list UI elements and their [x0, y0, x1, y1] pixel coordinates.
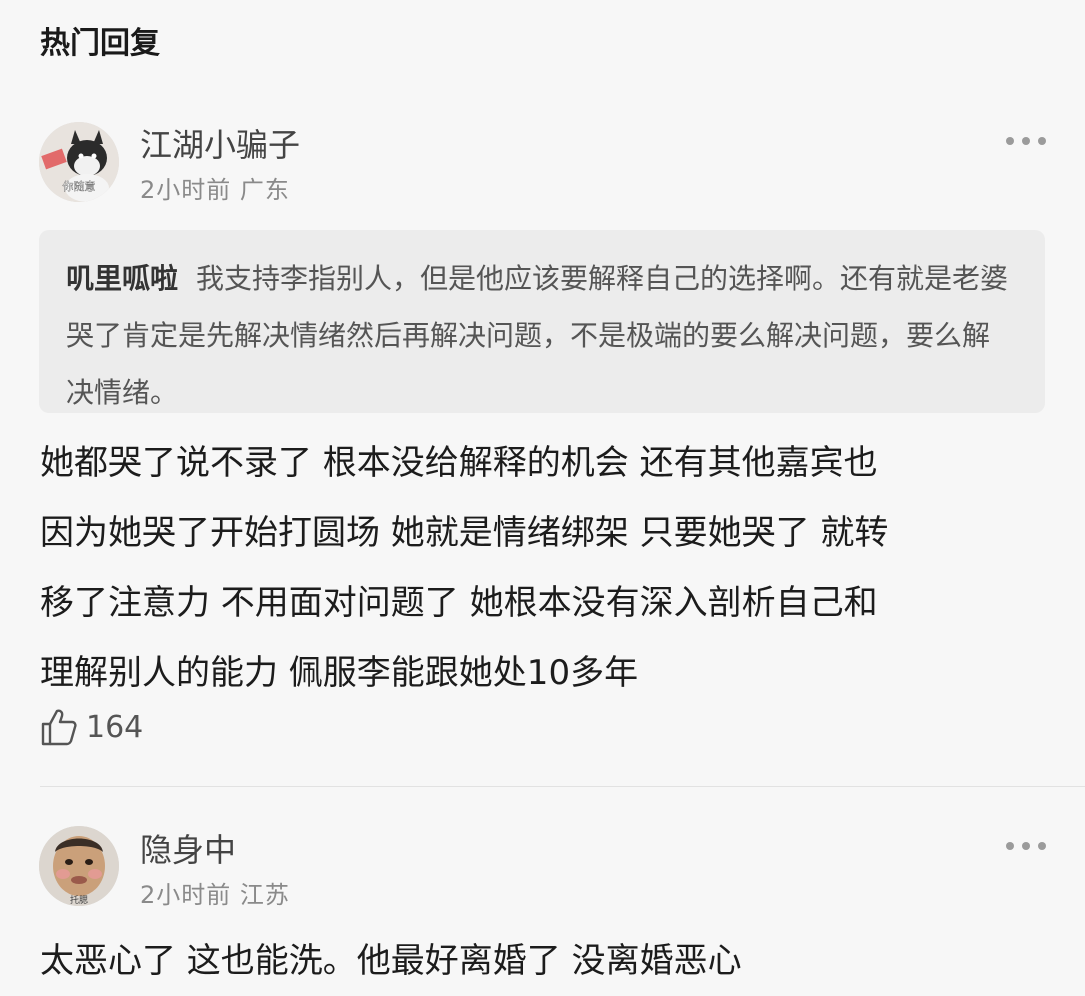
comment-time: 2小时前 — [140, 176, 232, 204]
comment-card: 托腮 隐身中 2小时前 江苏 太恶心了 这也能洗。他最好离婚了 没离婚恶心 — [0, 787, 1085, 984]
comment-line: 移了注意力 不用面对问题了 她根本没有深入剖析自己和 — [40, 583, 878, 623]
like-count: 164 — [86, 709, 144, 745]
quote-text: 我支持李指别人，但是他应该要解释自己的选择啊。还有就是老婆哭了肯定是先解决情绪然… — [66, 262, 1009, 409]
comment-line: 因为她哭了开始打圆场 她就是情绪绑架 只要她哭了 就转 — [40, 513, 889, 553]
quote-author[interactable]: 叽里呱啦 — [66, 262, 178, 295]
face-avatar-image: 托腮 — [39, 826, 119, 906]
comment-body: 太恶心了 这也能洗。他最好离婚了 没离婚恶心 — [40, 926, 1050, 996]
avatar[interactable]: 你随意 — [39, 122, 119, 202]
avatar[interactable]: 托腮 — [39, 826, 119, 906]
comment-meta: 2小时前 广东 — [140, 170, 290, 205]
username[interactable]: 隐身中 — [140, 825, 236, 871]
quoted-reply[interactable]: 叽里呱啦 我支持李指别人，但是他应该要解释自己的选择啊。还有就是老婆哭了肯定是先解… — [39, 230, 1045, 413]
avatar-caption: 托腮 — [70, 894, 88, 906]
comment-line: 理解别人的能力 佩服李能跟她处10多年 — [40, 653, 639, 693]
dog-avatar-image: 你随意 — [39, 122, 119, 202]
thumbs-up-icon — [41, 709, 77, 746]
comment-location: 江苏 — [239, 881, 290, 909]
comment-card: 你随意 江湖小骗子 2小时前 广东 叽里呱啦 我支持李指别人，但是他应该要解释自己… — [0, 0, 1085, 786]
comment-location: 广东 — [239, 176, 290, 204]
comment-meta: 2小时前 江苏 — [140, 875, 290, 910]
comment-time: 2小时前 — [140, 881, 232, 909]
comment-body: 她都哭了说不录了 根本没给解释的机会 还有其他嘉宾也 因为她哭了开始打圆场 她就… — [40, 428, 1050, 708]
more-dots-icon[interactable] — [1006, 836, 1046, 856]
username[interactable]: 江湖小骗子 — [140, 120, 300, 166]
comment-line: 她都哭了说不录了 根本没给解释的机会 还有其他嘉宾也 — [40, 443, 878, 483]
comment-line: 太恶心了 这也能洗。他最好离婚了 没离婚恶心 — [40, 941, 742, 981]
avatar-caption: 你随意 — [63, 179, 96, 193]
like-button[interactable]: 164 — [40, 707, 143, 747]
more-dots-icon[interactable] — [1006, 131, 1046, 151]
